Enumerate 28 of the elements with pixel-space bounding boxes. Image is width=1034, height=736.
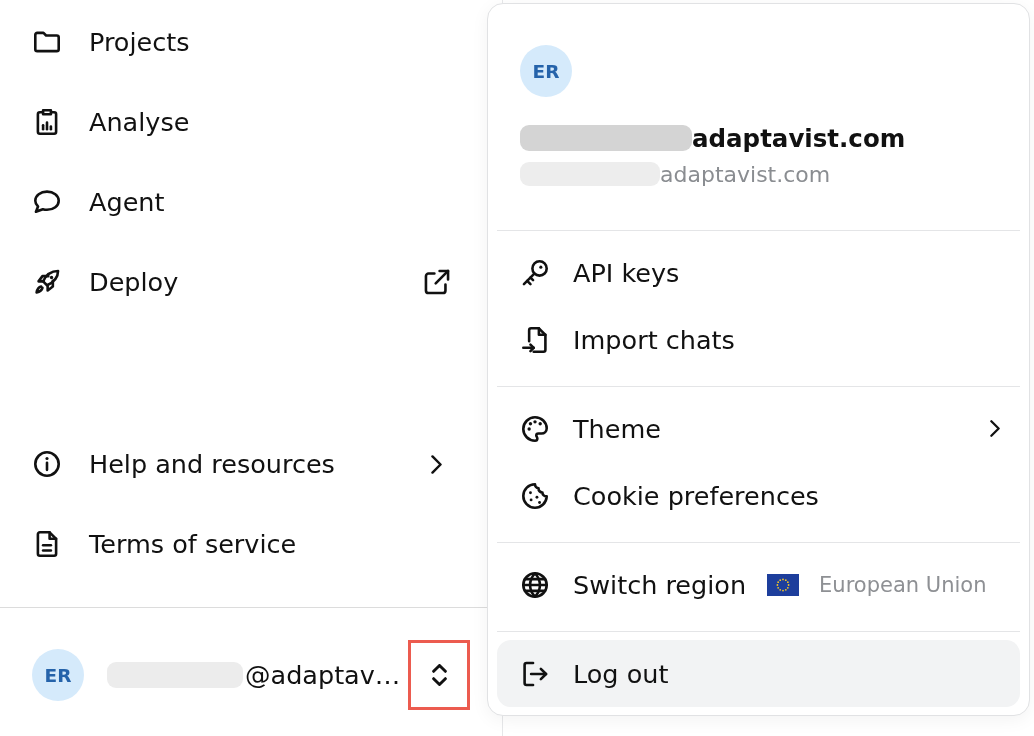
cookie-icon [522, 482, 548, 509]
logout-icon [522, 660, 548, 687]
speech-bubble-icon [34, 189, 60, 215]
key-icon [522, 259, 548, 286]
eu-flag-icon [767, 573, 800, 596]
external-link-icon [424, 269, 450, 295]
chevron-right-icon [990, 420, 1000, 437]
info-icon [34, 451, 60, 477]
globe-icon [522, 571, 548, 598]
nav-item[interactable]: Analyse [0, 82, 502, 162]
account-switcher-button[interactable] [408, 640, 470, 710]
file-arrow-icon [522, 326, 548, 353]
folder-icon [34, 29, 60, 55]
chevron-up-down-icon [431, 664, 447, 686]
rocket-icon [34, 269, 60, 295]
account-email: @adaptav… [245, 660, 401, 690]
account-email: adaptavist.com [660, 161, 831, 187]
nav-item[interactable]: Projects [0, 2, 502, 82]
palette-icon [522, 415, 548, 442]
nav-item[interactable]: Agent [0, 162, 502, 242]
chevron-right-icon [431, 454, 442, 474]
avatar: ER [520, 45, 572, 97]
clipboard-chart-icon [34, 109, 60, 135]
document-icon [34, 531, 60, 557]
menu-item[interactable]: Log out [497, 640, 1020, 707]
region-value: European Union [819, 572, 987, 597]
account-name: adaptavist.com [692, 123, 906, 153]
avatar: ER [32, 649, 84, 701]
